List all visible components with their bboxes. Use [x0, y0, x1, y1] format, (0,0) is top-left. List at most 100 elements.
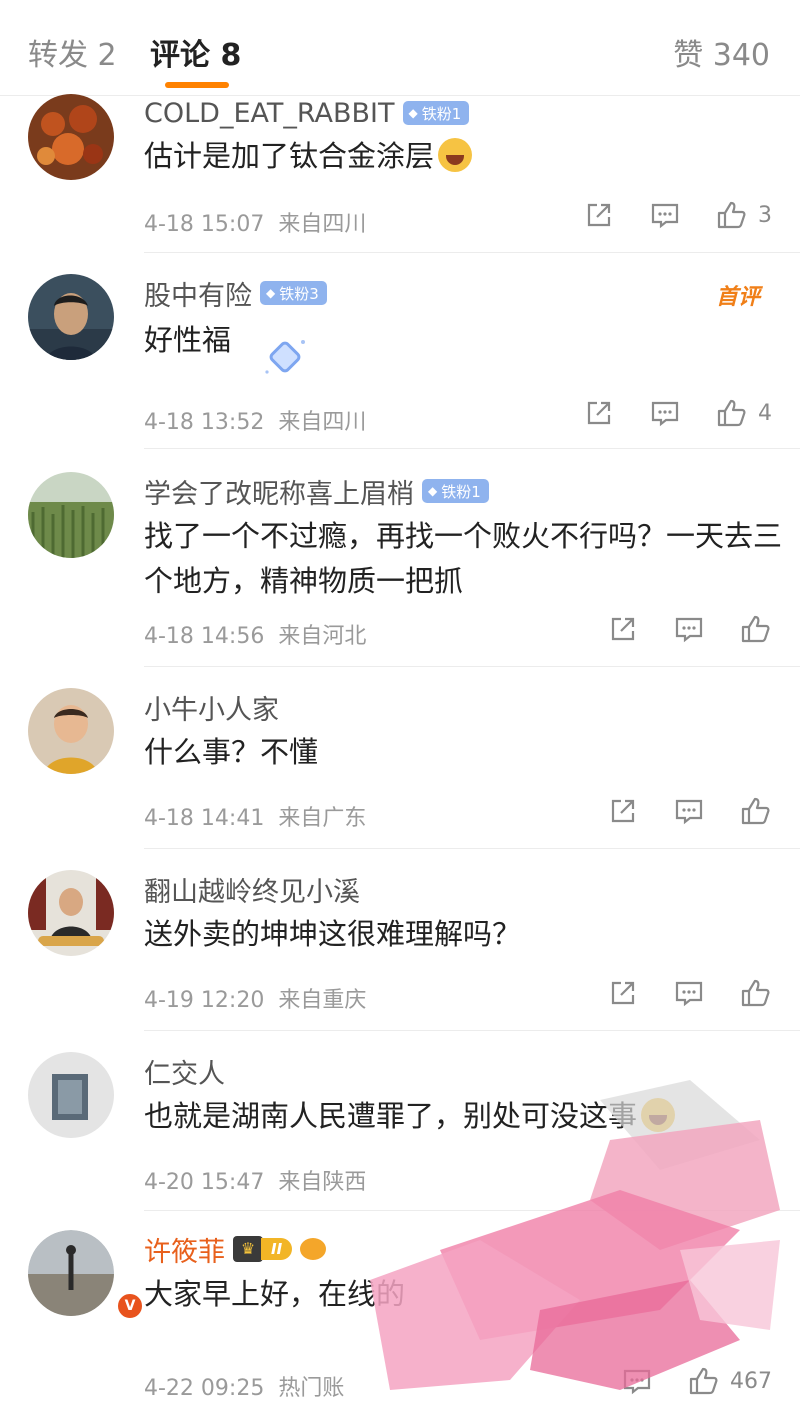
comment-icon [623, 1369, 651, 1395]
thumbs-up-icon [717, 399, 746, 427]
vip-level-badge: ♛ II [233, 1236, 327, 1262]
comment-button[interactable] [622, 1366, 652, 1396]
avatar[interactable] [28, 274, 114, 360]
comment-icon [675, 617, 703, 643]
share-icon [611, 799, 635, 823]
divider [144, 666, 800, 667]
like-count: 467 [730, 1368, 772, 1394]
comment-button[interactable] [674, 614, 704, 644]
comment-icon [651, 203, 679, 229]
comment-meta: 4-18 14:41 来自广东 [144, 806, 367, 831]
comment-item: 仁交人 也就是湖南人民遭罪了，别处可没这事 4-20 15:47 来自陕西 [0, 1052, 800, 1212]
avatar[interactable]: V [28, 1230, 144, 1320]
fan-badge: ◆ 铁粉1 [422, 479, 489, 503]
comment-actions [572, 796, 772, 826]
share-icon [587, 203, 611, 227]
like-count: 4 [758, 400, 772, 426]
thumbs-up-icon [741, 797, 770, 825]
comment-icon [675, 799, 703, 825]
comment-meta: 4-22 09:25 热门账 [144, 1376, 345, 1401]
divider [144, 848, 800, 849]
comment-item: V 许筱菲 ♛ II 大家早上好，在线的 4-22 09:25 热门账 467 [0, 1230, 800, 1414]
divider [144, 252, 800, 253]
share-icon [611, 981, 635, 1005]
comment-actions: 467 [586, 1366, 772, 1396]
comment-icon [675, 981, 703, 1007]
sparkle-diamond-icon [265, 340, 305, 374]
username[interactable]: 学会了改昵称喜上眉梢 [144, 472, 414, 511]
tab-comments[interactable]: 评论 8 [150, 30, 241, 74]
like-button[interactable] [740, 796, 772, 826]
divider [144, 448, 800, 449]
like-button[interactable]: 467 [688, 1366, 772, 1396]
share-button[interactable] [608, 796, 638, 826]
comment-text: 找了一个不过瘾，再找一个败火不行吗？一天去三个地方，精神物质一把抓 [144, 519, 783, 598]
fan-badge: ◆ 铁粉3 [260, 281, 327, 305]
avatar[interactable] [28, 472, 114, 558]
username[interactable]: 许筱菲 [144, 1230, 225, 1269]
comment-actions: 4 [548, 398, 772, 428]
comment-text: 好性福 [144, 323, 232, 357]
avatar[interactable] [28, 94, 114, 180]
divider [144, 1030, 800, 1031]
share-button[interactable] [584, 200, 614, 230]
comment-tabs: 转发 2 评论 8 赞 340 [0, 0, 800, 96]
comment-meta: 4-18 13:52 来自四川 [144, 410, 367, 435]
diamond-icon: ◆ [266, 286, 276, 300]
avatar[interactable] [28, 688, 114, 774]
comment-text: 送外卖的坤坤这很难理解吗？ [144, 917, 522, 951]
crown-icon: ♛ [233, 1236, 263, 1262]
username[interactable]: 小牛小人家 [144, 688, 279, 727]
comment-item: 翻山越岭终见小溪 送外卖的坤坤这很难理解吗？ 4-19 12:20 来自重庆 [0, 870, 800, 1031]
comment-actions [572, 614, 772, 644]
comment-meta: 4-18 15:07 来自四川 [144, 212, 367, 237]
username[interactable]: 翻山越岭终见小溪 [144, 870, 360, 909]
share-button[interactable] [584, 398, 614, 428]
share-button[interactable] [608, 614, 638, 644]
comment-item: 股中有险 ◆ 铁粉3 首评 好性福 4-18 13:52 来自四川 4 [0, 274, 800, 456]
like-button[interactable] [740, 614, 772, 644]
share-icon [611, 617, 635, 641]
comment-item: 学会了改昵称喜上眉梢 ◆ 铁粉1 找了一个不过瘾，再找一个败火不行吗？一天去三个地… [0, 472, 800, 672]
fan-badge: ◆ 铁粉1 [402, 101, 470, 125]
diamond-icon: ◆ [428, 484, 438, 498]
thumbs-up-icon [689, 1367, 718, 1395]
comment-text: 大家早上好，在线的 [144, 1277, 406, 1311]
tab-repost[interactable]: 转发 2 [28, 30, 117, 74]
comment-meta: 4-20 15:47 来自陕西 [144, 1170, 367, 1195]
comment-button[interactable] [650, 398, 680, 428]
comment-meta: 4-18 14:56 来自河北 [144, 624, 367, 649]
share-icon [587, 401, 611, 425]
comment-button[interactable] [650, 200, 680, 230]
avatar[interactable] [28, 870, 114, 956]
comment-actions: 3 [548, 200, 772, 230]
comment-meta: 4-19 12:20 来自重庆 [144, 988, 367, 1013]
comment-text: 估计是加了钛合金涂层 [144, 134, 784, 179]
comment-text: 什么事？不懂 [144, 735, 319, 769]
thumbs-up-icon [741, 615, 770, 643]
like-button[interactable]: 3 [716, 200, 772, 230]
smile-emoji-icon [641, 1098, 676, 1132]
comment-button[interactable] [674, 796, 704, 826]
username[interactable]: COLD_EAT_RABBIT [144, 98, 395, 129]
verified-badge-icon: V [116, 1292, 144, 1320]
username[interactable]: 仁交人 [144, 1052, 225, 1091]
comment-button[interactable] [674, 978, 704, 1008]
fish-emoji-icon [300, 1238, 327, 1260]
like-button[interactable]: 4 [716, 398, 772, 428]
share-button[interactable] [608, 978, 638, 1008]
first-comment-tag: 首评 [715, 285, 760, 310]
username[interactable]: 股中有险 [144, 274, 252, 313]
avatar[interactable] [28, 1052, 114, 1138]
like-count: 3 [758, 202, 772, 228]
comment-icon [651, 401, 679, 427]
diamond-icon: ◆ [408, 106, 418, 120]
tab-likes[interactable]: 赞 340 [673, 30, 770, 74]
comment-text: 也就是湖南人民遭罪了，别处可没这事 [144, 1094, 784, 1139]
thumbs-up-icon [741, 979, 770, 1007]
thumbs-up-icon [717, 201, 746, 229]
comment-item: 小牛小人家 什么事？不懂 4-18 14:41 来自广东 [0, 688, 800, 849]
like-button[interactable] [740, 978, 772, 1008]
active-tab-indicator [165, 82, 229, 88]
divider [144, 1210, 800, 1211]
